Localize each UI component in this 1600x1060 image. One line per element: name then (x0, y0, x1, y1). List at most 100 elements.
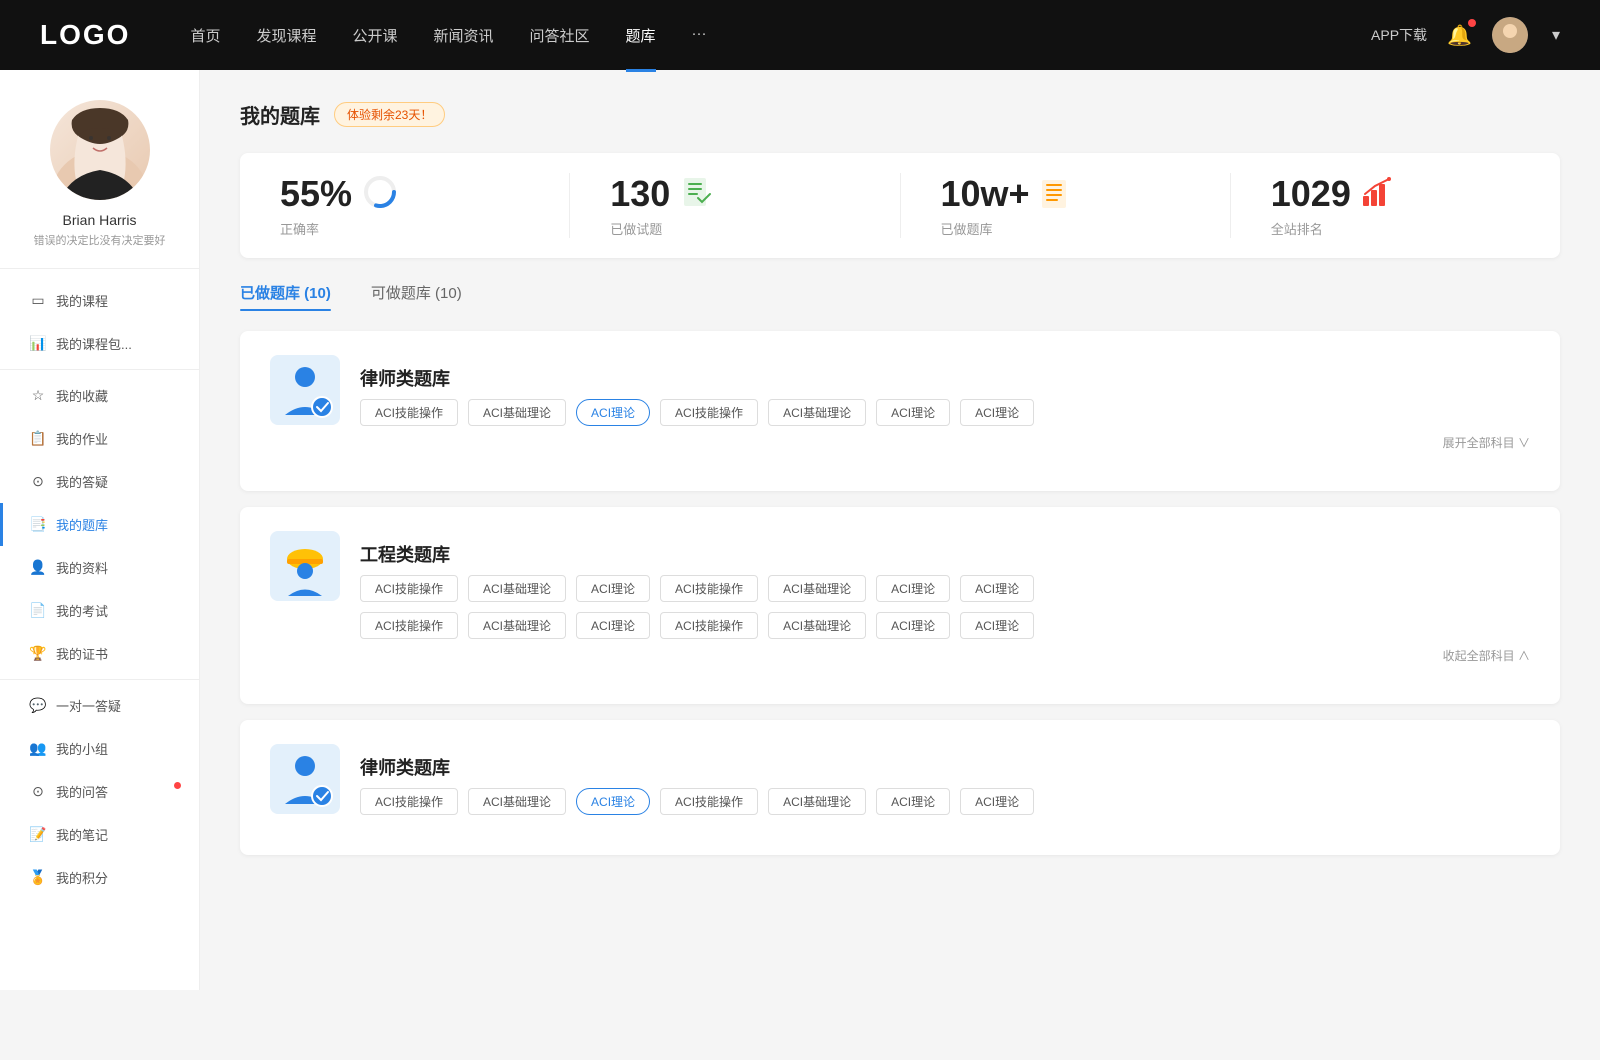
tab-done-banks[interactable]: 已做题库 (10) (240, 282, 331, 311)
tab-available-banks[interactable]: 可做题库 (10) (371, 282, 462, 311)
nav-links: 首页 发现课程 公开课 新闻资讯 问答社区 题库 ··· (190, 25, 1371, 46)
tags-row-0: ACI技能操作 ACI基础理论 ACI理论 ACI技能操作 ACI基础理论 AC… (360, 399, 1530, 426)
sidebar-item-mycourses[interactable]: ▭ 我的课程 (0, 279, 199, 322)
tabs-row: 已做题库 (10) 可做题库 (10) (240, 282, 1560, 311)
tag-1-4[interactable]: ACI基础理论 (768, 575, 866, 602)
nav-qa[interactable]: 问答社区 (530, 25, 590, 46)
divider-1 (0, 369, 199, 370)
nav-qbank[interactable]: 题库 (626, 25, 656, 46)
tag-1-extra-1[interactable]: ACI基础理论 (468, 612, 566, 639)
tag-2-0[interactable]: ACI技能操作 (360, 788, 458, 815)
stat-accuracy-label: 正确率 (280, 219, 319, 238)
sidebar-item-group[interactable]: 👥 我的小组 (0, 727, 199, 770)
notification-bell-icon[interactable]: 🔔 (1447, 23, 1472, 48)
user-dropdown-arrow[interactable]: ▾ (1552, 25, 1560, 45)
sidebar-item-profile[interactable]: 👤 我的资料 (0, 546, 199, 589)
qbank-title-1: 工程类题库 (360, 541, 1530, 567)
qa-notification-dot (174, 782, 181, 789)
sidebar-item-favorites[interactable]: ☆ 我的收藏 (0, 374, 199, 417)
sidebar-menu: ▭ 我的课程 📊 我的课程包... ☆ 我的收藏 📋 我的作业 ⊙ 我的答疑 📑 (0, 269, 199, 909)
tag-1-extra-6[interactable]: ACI理论 (960, 612, 1034, 639)
star-icon: ☆ (30, 388, 46, 404)
divider-2 (0, 679, 199, 680)
app-download[interactable]: APP下载 (1371, 25, 1427, 45)
tag-2-3[interactable]: ACI技能操作 (660, 788, 758, 815)
qbank-title-0: 律师类题库 (360, 365, 1530, 391)
sidebar-profile: Brian Harris 错误的决定比没有决定要好 (0, 100, 199, 269)
expand-button-0[interactable]: 展开全部科目 ∨ (360, 434, 1530, 451)
file-icon: ▭ (30, 293, 46, 309)
sidebar-item-certificate[interactable]: 🏆 我的证书 (0, 632, 199, 675)
sidebar-item-homework[interactable]: 📋 我的作业 (0, 417, 199, 460)
stat-banks-icon (1040, 176, 1072, 213)
tag-1-5[interactable]: ACI理论 (876, 575, 950, 602)
tag-0-1[interactable]: ACI基础理论 (468, 399, 566, 426)
tag-0-6[interactable]: ACI理论 (960, 399, 1034, 426)
tag-2-1[interactable]: ACI基础理论 (468, 788, 566, 815)
question-icon: ⊙ (30, 474, 46, 490)
stat-done-questions: 130 已做试题 (570, 173, 900, 238)
sidebar-item-exam[interactable]: 📄 我的考试 (0, 589, 199, 632)
tag-1-extra-2[interactable]: ACI理论 (576, 612, 650, 639)
stat-done-label: 已做试题 (610, 219, 662, 238)
sidebar-item-coursepack[interactable]: 📊 我的课程包... (0, 322, 199, 365)
tag-1-extra-5[interactable]: ACI理论 (876, 612, 950, 639)
logo[interactable]: LOGO (40, 19, 130, 51)
stat-accuracy: 55% 正确率 (240, 173, 570, 238)
tag-1-3[interactable]: ACI技能操作 (660, 575, 758, 602)
tag-1-6[interactable]: ACI理论 (960, 575, 1034, 602)
sidebar-item-qbank[interactable]: 📑 我的题库 (0, 503, 199, 546)
trial-badge: 体验剩余23天！ (334, 102, 445, 127)
navbar-right: APP下载 🔔 ▾ (1371, 17, 1560, 53)
notification-badge (1468, 19, 1476, 27)
tag-0-4[interactable]: ACI基础理论 (768, 399, 866, 426)
stat-rank: 1029 全站排名 (1231, 173, 1560, 238)
tag-0-0[interactable]: ACI技能操作 (360, 399, 458, 426)
sidebar-item-questions[interactable]: ⊙ 我的答疑 (0, 460, 199, 503)
tags-row-2: ACI技能操作 ACI基础理论 ACI理论 ACI技能操作 ACI基础理论 AC… (360, 788, 1530, 815)
sidebar-item-points[interactable]: 🏅 我的积分 (0, 856, 199, 899)
sidebar-item-myqa[interactable]: ⊙ 我的问答 (0, 770, 199, 813)
tag-1-extra-0[interactable]: ACI技能操作 (360, 612, 458, 639)
profile-name: Brian Harris (63, 212, 137, 228)
nav-courses[interactable]: 发现课程 (256, 25, 316, 46)
qbank-info-2: 律师类题库 ACI技能操作 ACI基础理论 ACI理论 ACI技能操作 ACI基… (360, 744, 1530, 815)
stat-accuracy-value: 55% (280, 173, 352, 215)
qbank-lawyer-icon-0 (270, 355, 340, 425)
nav-news[interactable]: 新闻资讯 (434, 25, 494, 46)
nav-home[interactable]: 首页 (190, 25, 220, 46)
stats-row: 55% 正确率 130 (240, 153, 1560, 258)
sidebar-item-tutoring[interactable]: 💬 一对一答疑 (0, 684, 199, 727)
qbank-engineer-icon (270, 531, 340, 601)
stat-done-banks: 10w+ 已做题库 (901, 173, 1231, 238)
tag-0-2[interactable]: ACI理论 (576, 399, 650, 426)
tag-2-6[interactable]: ACI理论 (960, 788, 1034, 815)
tag-0-5[interactable]: ACI理论 (876, 399, 950, 426)
tag-2-4[interactable]: ACI基础理论 (768, 788, 866, 815)
tag-1-extra-3[interactable]: ACI技能操作 (660, 612, 758, 639)
tag-1-0[interactable]: ACI技能操作 (360, 575, 458, 602)
stat-done-icon (680, 176, 712, 213)
stat-done-value: 130 (610, 173, 670, 215)
certificate-icon: 🏆 (30, 646, 46, 662)
user-avatar[interactable] (1492, 17, 1528, 53)
tag-2-5[interactable]: ACI理论 (876, 788, 950, 815)
stat-rank-label: 全站排名 (1271, 219, 1323, 238)
nav-more[interactable]: ··· (692, 25, 707, 46)
qbank-card-2: 律师类题库 ACI技能操作 ACI基础理论 ACI理论 ACI技能操作 ACI基… (240, 720, 1560, 855)
stat-rank-icon (1361, 176, 1393, 213)
collapse-button-1[interactable]: 收起全部科目 ∧ (360, 647, 1530, 664)
nav-open[interactable]: 公开课 (352, 25, 397, 46)
tag-2-2[interactable]: ACI理论 (576, 788, 650, 815)
sidebar-item-notes[interactable]: 📝 我的笔记 (0, 813, 199, 856)
qbank-title-2: 律师类题库 (360, 754, 1530, 780)
tags-row-1: ACI技能操作 ACI基础理论 ACI理论 ACI技能操作 ACI基础理论 AC… (360, 575, 1530, 602)
qbank-header-0: 律师类题库 ACI技能操作 ACI基础理论 ACI理论 ACI技能操作 ACI基… (270, 355, 1530, 451)
tag-1-extra-4[interactable]: ACI基础理论 (768, 612, 866, 639)
tag-1-1[interactable]: ACI基础理论 (468, 575, 566, 602)
tag-0-3[interactable]: ACI技能操作 (660, 399, 758, 426)
stat-rank-value-row: 1029 (1271, 173, 1393, 215)
tag-1-2[interactable]: ACI理论 (576, 575, 650, 602)
page-title: 我的题库 (240, 100, 320, 129)
stat-accuracy-value-row: 55% (280, 173, 398, 215)
